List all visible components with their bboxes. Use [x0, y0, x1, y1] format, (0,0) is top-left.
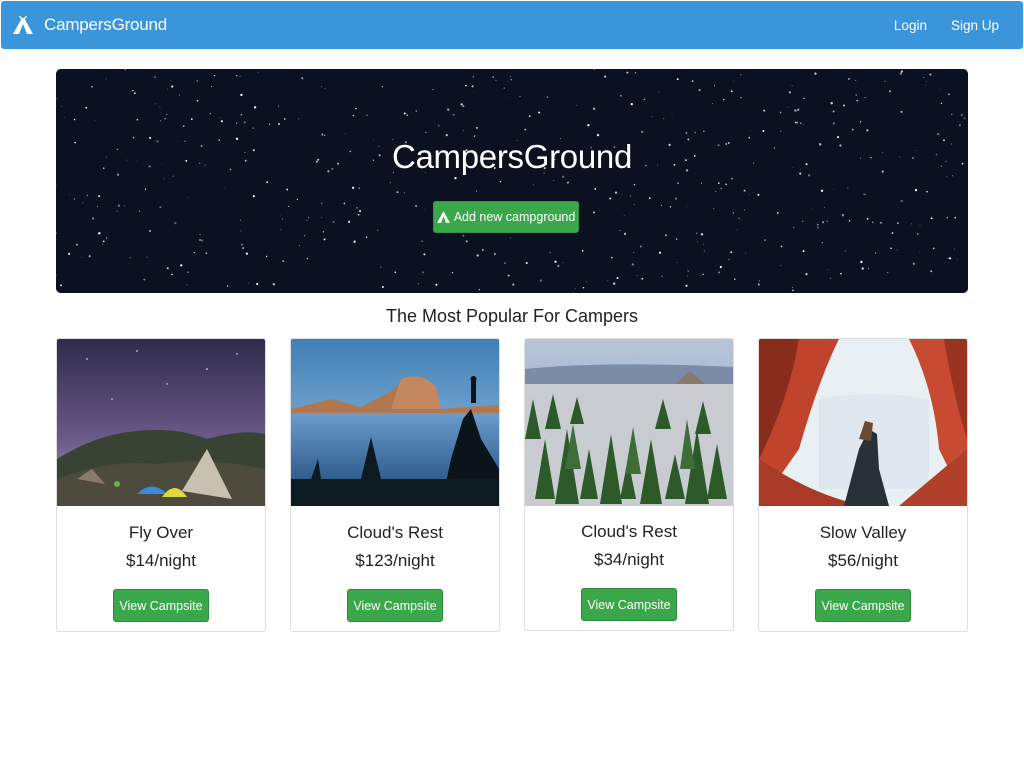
view-campsite-button[interactable]: View Campsite	[815, 589, 911, 622]
view-campsite-button[interactable]: View Campsite	[581, 588, 677, 621]
campground-title: Cloud's Rest	[581, 522, 677, 541]
brand-link[interactable]: CampersGround	[13, 15, 167, 35]
add-campground-button[interactable]: Add new campground	[433, 201, 579, 233]
add-campground-label: Add new campground	[453, 210, 576, 224]
tent-icon	[13, 16, 33, 34]
login-link[interactable]: Login	[894, 18, 927, 33]
brand-name: CampersGround	[44, 15, 168, 34]
campground-price: $34/night	[594, 550, 664, 569]
tent-icon	[436, 211, 450, 223]
view-campsite-button[interactable]: View Campsite	[113, 589, 209, 622]
view-campsite-button[interactable]: View Campsite	[347, 589, 443, 622]
campground-card: Cloud's Rest $123/night View Campsite	[290, 338, 500, 632]
section-heading: The Most Popular For Campers	[385, 306, 639, 326]
campground-image[interactable]	[525, 339, 733, 506]
campground-image[interactable]	[291, 339, 499, 506]
nav-right: Login Sign Up	[894, 18, 999, 33]
campground-card: Slow Valley $56/night View Campsite	[758, 338, 968, 632]
navbar: CampersGround Login Sign Up	[1, 1, 1023, 49]
hero-title: CampersGround	[391, 138, 633, 175]
campground-title: Cloud's Rest	[347, 523, 443, 542]
campground-price: $56/night	[828, 551, 898, 570]
campground-image[interactable]	[57, 339, 265, 506]
campground-image[interactable]	[759, 339, 967, 506]
signup-link[interactable]: Sign Up	[951, 18, 999, 33]
hero-banner: CampersGround Add new campground	[56, 69, 968, 293]
campground-price: $14/night	[126, 551, 196, 570]
campground-title: Slow Valley	[819, 523, 907, 542]
campground-price: $123/night	[355, 551, 435, 570]
starfield-background	[56, 69, 968, 293]
campground-title: Fly Over	[128, 523, 194, 542]
campground-card: Fly Over $14/night View Campsite	[56, 338, 266, 632]
campground-card: Cloud's Rest $34/night View Campsite	[524, 338, 734, 631]
